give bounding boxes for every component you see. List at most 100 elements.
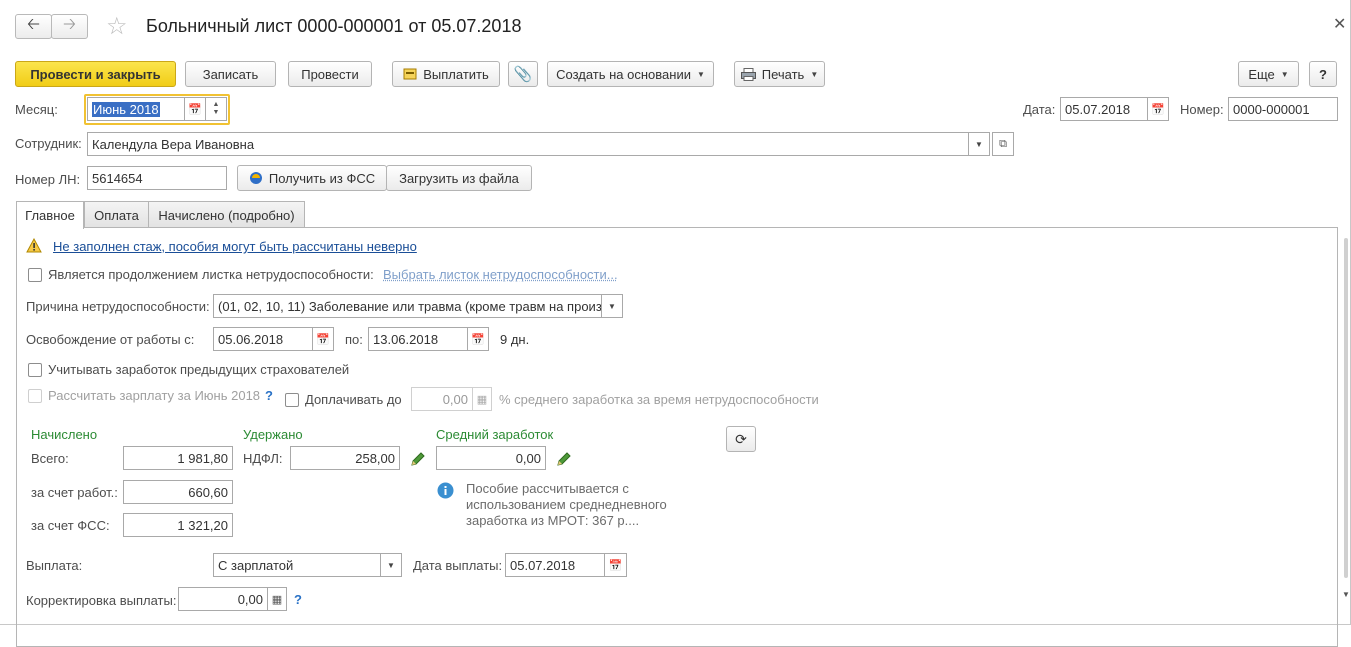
employee-dropdown-button[interactable]: ▼ bbox=[968, 132, 990, 156]
scroll-down-arrow-icon[interactable]: ▼ bbox=[1342, 590, 1350, 599]
employee-label: Сотрудник: bbox=[15, 136, 82, 151]
ndfl-field[interactable]: 258,00 bbox=[290, 446, 400, 470]
ln-label: Номер ЛН: bbox=[15, 172, 81, 187]
calculator-icon: ▦ bbox=[271, 593, 283, 606]
calc-salary-help-icon[interactable]: ? bbox=[265, 388, 273, 403]
pay-icon bbox=[403, 68, 417, 80]
calendar-icon: 📅 bbox=[608, 559, 623, 572]
reason-label: Причина нетрудоспособности: bbox=[26, 299, 210, 314]
tab-main[interactable]: Главное bbox=[16, 201, 84, 229]
month-calendar-button[interactable]: 📅 bbox=[184, 97, 206, 121]
accrued-title: Начислено bbox=[31, 427, 98, 442]
number-input[interactable]: 0000-000001 bbox=[1228, 97, 1338, 121]
vertical-scrollbar[interactable]: ▼ bbox=[1342, 228, 1350, 606]
release-to-label: по: bbox=[345, 332, 363, 347]
tab-panel-main bbox=[16, 227, 1338, 647]
topup-input: 0,00 bbox=[411, 387, 473, 411]
fss-label: за счет ФСС: bbox=[31, 518, 110, 533]
close-icon[interactable]: ✕ bbox=[1333, 14, 1346, 34]
topup-suffix: % среднего заработка за время нетрудоспо… bbox=[499, 392, 819, 407]
topup-checkbox[interactable] bbox=[285, 393, 299, 407]
total-field[interactable]: 1 981,80 bbox=[123, 446, 233, 470]
topup-label: Доплачивать до bbox=[305, 392, 402, 407]
avg-field[interactable]: 0,00 bbox=[436, 446, 546, 470]
favorite-star-icon[interactable]: ☆ bbox=[106, 14, 128, 40]
prev-insurers-checkbox[interactable] bbox=[28, 363, 42, 377]
dropdown-caret-icon: ▼ bbox=[696, 69, 705, 79]
back-button[interactable]: 🡠 bbox=[15, 14, 52, 39]
adjust-calc-button[interactable]: ▦ bbox=[267, 587, 287, 611]
date-calendar-button[interactable]: 📅 bbox=[1147, 97, 1169, 121]
calc-salary-label: Рассчитать зарплату за Июнь 2018 bbox=[48, 388, 261, 403]
help-button[interactable]: ? bbox=[1309, 61, 1337, 87]
employee-input[interactable]: Календула Вера Ивановна bbox=[87, 132, 969, 156]
employer-field[interactable]: 660,60 bbox=[123, 480, 233, 504]
pay-button[interactable]: Выплатить bbox=[392, 61, 500, 87]
open-icon: ⧉ bbox=[999, 137, 1007, 150]
continuation-label: Является продолжением листка нетрудоспос… bbox=[48, 267, 374, 282]
continuation-checkbox[interactable] bbox=[28, 268, 42, 282]
date-label: Дата: bbox=[1023, 102, 1056, 117]
calendar-icon: 📅 bbox=[316, 333, 330, 346]
refresh-icon: ⟳ bbox=[735, 430, 747, 447]
adjust-help-icon[interactable]: ? bbox=[294, 592, 302, 607]
employer-label: за счет работ.: bbox=[31, 485, 118, 500]
payout-input[interactable]: С зарплатой bbox=[213, 553, 381, 577]
more-label: Еще bbox=[1248, 66, 1275, 82]
info-text: Пособие рассчитывается с использованием … bbox=[466, 481, 667, 528]
month-spinner[interactable]: ▲ ▼ bbox=[205, 97, 227, 121]
attach-button[interactable]: 📎 bbox=[508, 61, 538, 87]
warning-link[interactable]: Не заполнен стаж, пособия могут быть рас… bbox=[53, 239, 417, 254]
release-label: Освобождение от работы с: bbox=[26, 332, 195, 347]
dropdown-caret-icon: ▼ bbox=[608, 301, 616, 311]
ln-input[interactable]: 5614654 bbox=[87, 166, 227, 190]
release-from-input[interactable]: 05.06.2018 bbox=[213, 327, 313, 351]
print-button[interactable]: Печать ▼ bbox=[734, 61, 825, 87]
select-sick-leave-link[interactable]: Выбрать листок нетрудоспособности... bbox=[383, 267, 618, 282]
calendar-icon: 📅 bbox=[1151, 103, 1165, 116]
fss-field[interactable]: 1 321,20 bbox=[123, 513, 233, 537]
dropdown-caret-icon: ▼ bbox=[1280, 69, 1289, 79]
number-label: Номер: bbox=[1180, 102, 1224, 117]
refresh-button[interactable]: ⟳ bbox=[726, 426, 756, 452]
payout-dropdown-button[interactable]: ▼ bbox=[380, 553, 402, 577]
calendar-icon: 📅 bbox=[188, 103, 202, 116]
scrollbar-thumb[interactable] bbox=[1344, 238, 1348, 578]
date-input[interactable]: 05.07.2018 bbox=[1060, 97, 1148, 121]
calculator-icon: ▦ bbox=[476, 393, 488, 406]
edit-pencil-icon[interactable] bbox=[556, 451, 572, 467]
reason-input[interactable]: (01, 02, 10, 11) Заболевание или травма … bbox=[213, 294, 602, 318]
prev-insurers-label: Учитывать заработок предыдущих страховат… bbox=[48, 362, 350, 377]
reason-dropdown-button[interactable]: ▼ bbox=[601, 294, 623, 318]
save-button[interactable]: Записать bbox=[185, 61, 276, 87]
pay-label: Выплатить bbox=[423, 66, 489, 82]
employee-open-button[interactable]: ⧉ bbox=[992, 132, 1014, 156]
adjust-input[interactable]: 0,00 bbox=[178, 587, 268, 611]
get-from-fss-label: Получить из ФСС bbox=[268, 170, 376, 186]
payout-label: Выплата: bbox=[26, 558, 83, 573]
load-from-file-button[interactable]: Загрузить из файла bbox=[386, 165, 532, 191]
release-from-calendar-button[interactable]: 📅 bbox=[312, 327, 334, 351]
tab-payment[interactable]: Оплата bbox=[84, 201, 149, 228]
forward-button[interactable]: 🡢 bbox=[51, 14, 88, 39]
days-count: 9 дн. bbox=[500, 332, 530, 347]
month-value: Июнь 2018 bbox=[92, 101, 160, 117]
post-and-close-button[interactable]: Провести и закрыть bbox=[15, 61, 176, 87]
dropdown-caret-icon: ▼ bbox=[387, 560, 395, 570]
arrow-right-icon: 🡢 bbox=[63, 16, 76, 33]
payout-date-calendar-button[interactable]: 📅 bbox=[604, 553, 627, 577]
payout-date-input[interactable]: 05.07.2018 bbox=[505, 553, 605, 577]
release-to-calendar-button[interactable]: 📅 bbox=[467, 327, 489, 351]
info-icon bbox=[437, 482, 454, 499]
release-to-input[interactable]: 13.06.2018 bbox=[368, 327, 468, 351]
tab-accrued-detailed[interactable]: Начислено (подробно) bbox=[148, 201, 305, 228]
edit-pencil-icon[interactable] bbox=[410, 451, 426, 467]
post-button[interactable]: Провести bbox=[288, 61, 372, 87]
more-button[interactable]: Еще ▼ bbox=[1238, 61, 1299, 87]
create-based-on-button[interactable]: Создать на основании ▼ bbox=[547, 61, 714, 87]
print-label: Печать bbox=[761, 66, 805, 82]
page-title: Больничный лист 0000-000001 от 05.07.201… bbox=[146, 16, 522, 36]
paperclip-icon: 📎 bbox=[513, 66, 533, 83]
get-from-fss-button[interactable]: Получить из ФСС bbox=[237, 165, 387, 191]
month-input[interactable]: Июнь 2018 bbox=[87, 97, 185, 121]
